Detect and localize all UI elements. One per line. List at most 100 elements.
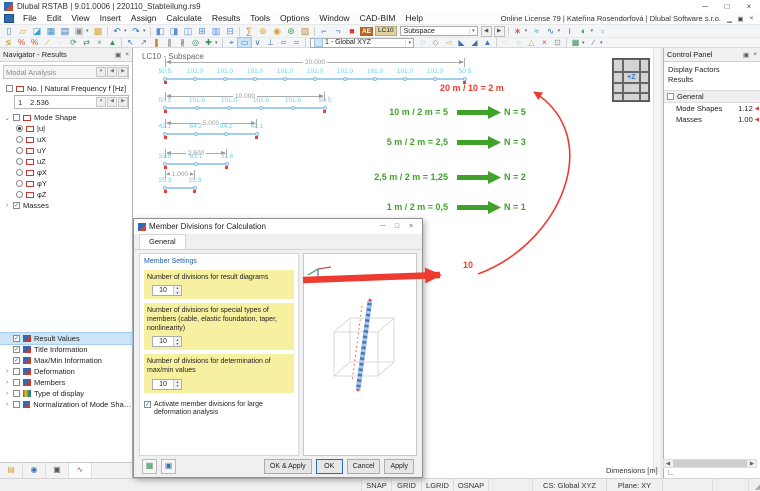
expand-icon[interactable]: ›	[4, 401, 10, 408]
mode-shape-header-row[interactable]: ⌄ Mode Shape	[0, 112, 132, 123]
display-factor-row[interactable]: Mode Shapes 1.12 ◀	[664, 103, 760, 114]
full-view-icon[interactable]: ⊟	[223, 26, 237, 37]
snap-perpendicular-icon[interactable]: ⊥	[264, 38, 277, 47]
grid-settings-icon[interactable]: ≃	[290, 38, 303, 47]
dialog-button-ok[interactable]: OK	[315, 458, 343, 474]
select-special-icon[interactable]: ∨	[251, 38, 264, 47]
view-navigator-icon[interactable]: +Z	[612, 58, 650, 102]
menu-edit[interactable]: Edit	[42, 13, 67, 24]
dialog-minimize-button[interactable]: ─	[376, 223, 390, 230]
horizontal-scrollbar[interactable]: ◀ ▶	[663, 459, 757, 468]
menu-assign[interactable]: Assign	[126, 13, 162, 24]
copy-icon[interactable]: ▩	[91, 26, 105, 37]
tab-views[interactable]: ▣	[46, 463, 69, 478]
mode-shape-checkbox[interactable]	[13, 114, 20, 121]
move-icon[interactable]: ↖	[124, 38, 137, 47]
calculate-icon[interactable]: ∑	[242, 26, 256, 37]
redo-icon[interactable]: ↷	[129, 26, 143, 37]
panels-icon[interactable]: ◫	[181, 26, 195, 37]
dialog-button-apply[interactable]: Apply	[384, 458, 414, 474]
dialog-close-button[interactable]: ×	[404, 223, 418, 230]
delete-small-icon[interactable]: ×	[93, 38, 106, 47]
result-values-toolbar-icon[interactable]: ≀	[563, 26, 577, 37]
show-results-icon[interactable]: ⊛	[284, 26, 298, 37]
graphics-icon[interactable]: ▨	[298, 26, 312, 37]
display-option-row[interactable]: Result Values	[0, 332, 133, 345]
check-model-icon[interactable]: ⊚	[256, 26, 270, 37]
large-deformation-checkbox[interactable]	[144, 400, 151, 408]
mode-shape-option[interactable]: uY	[0, 145, 132, 156]
camera-icon[interactable]: ⊡	[551, 38, 564, 47]
menu-view[interactable]: View	[66, 13, 94, 24]
expand-icon[interactable]: ›	[4, 368, 10, 375]
tab-general[interactable]: General	[139, 234, 186, 249]
division-spinner[interactable]: 10 ▲ ▼	[152, 378, 182, 390]
tab-results[interactable]: ∿	[69, 463, 92, 478]
imperfections-icon[interactable]: ¬	[331, 26, 345, 37]
option-checkbox[interactable]	[13, 368, 20, 375]
mirror-icon[interactable]: ⇄	[80, 38, 93, 47]
layout-icon[interactable]: ▥	[209, 26, 223, 37]
display-option-row[interactable]: › Normalization of Mode Shapes	[0, 399, 132, 410]
extrude-icon[interactable]: ❚	[150, 38, 163, 47]
visibility-icon[interactable]: ◐	[577, 26, 591, 37]
tables-icon[interactable]: ▦	[44, 26, 58, 37]
loads-icon[interactable]: ⌐	[317, 26, 331, 37]
menu-window[interactable]: Window	[314, 13, 354, 24]
view-x-icon[interactable]: ◣	[455, 38, 468, 47]
animation-icon[interactable]: ≈	[530, 26, 544, 37]
masses-row[interactable]: › Masses	[0, 200, 132, 211]
dialog-button-cancel[interactable]: Cancel	[346, 458, 381, 474]
spinner-up-icon[interactable]: ▲	[176, 380, 179, 384]
menu-help[interactable]: Help	[400, 13, 427, 24]
close-icon[interactable]: ×	[753, 51, 757, 59]
display-option-row[interactable]: Title Information	[0, 344, 132, 355]
chevron-down-icon[interactable]: ▾	[143, 28, 148, 34]
clipping-icon[interactable]: ▫	[596, 26, 610, 37]
split-view-icon[interactable]: ⊞	[195, 26, 209, 37]
percent-on-icon[interactable]: %	[28, 38, 41, 47]
close-button[interactable]: ×	[738, 0, 760, 13]
display-option-row[interactable]: › Deformation	[0, 366, 132, 377]
mode-shape-radio[interactable]	[16, 125, 23, 132]
zoom-icon[interactable]: ◌	[416, 38, 429, 47]
option-checkbox[interactable]	[13, 357, 20, 364]
dialog-button-ok-apply[interactable]: OK & Apply	[263, 458, 312, 474]
measure-icon[interactable]: ◎	[189, 38, 202, 47]
undo-icon[interactable]: ↶	[110, 26, 124, 37]
analysis-badge[interactable]: AE	[360, 26, 374, 36]
dialog-units-button[interactable]: ▦	[142, 458, 157, 474]
select-window-icon[interactable]: ▭	[237, 37, 252, 48]
chevron-down-icon[interactable]: ▾	[405, 39, 413, 46]
new-file-icon[interactable]: ▯	[2, 26, 16, 37]
support-icon[interactable]: ▲	[106, 38, 119, 47]
dimensions-icon[interactable]: ✚	[202, 38, 215, 47]
mode-shape-option[interactable]: φX	[0, 167, 132, 178]
mode-shape-radio[interactable]	[16, 191, 23, 198]
next-mode-icon[interactable]: ▶	[118, 97, 128, 107]
import-icon[interactable]: ◪	[30, 26, 44, 37]
close-icon[interactable]: ×	[125, 51, 129, 59]
mdi-restore-button[interactable]: ▣	[735, 15, 746, 23]
division-spinner[interactable]: 10 ▲ ▼	[152, 336, 182, 348]
results-color-icon[interactable]: ■	[345, 26, 359, 37]
minimize-button[interactable]: ─	[694, 0, 716, 13]
display-option-row[interactable]: Max/Min Information	[0, 355, 132, 366]
tab-data[interactable]: ▤	[0, 463, 23, 478]
new-node-icon[interactable]: ∙	[54, 38, 67, 47]
warning-icon[interactable]: △	[525, 38, 538, 47]
collapse-icon[interactable]: ⌄	[4, 114, 10, 122]
next-icon[interactable]: ▶	[118, 67, 128, 77]
copy-move-icon[interactable]: ↗	[137, 38, 150, 47]
load-case-chip[interactable]: LC10	[375, 26, 397, 36]
mode-shape-option[interactable]: φY	[0, 178, 132, 189]
mode-shape-radio[interactable]	[16, 158, 23, 165]
scroll-right-icon[interactable]: ▶	[748, 461, 756, 467]
display-properties-icon[interactable]: ▦	[569, 38, 582, 47]
collapse-box-icon[interactable]	[667, 93, 674, 101]
result-diagrams-icon[interactable]: ∿	[544, 26, 558, 37]
delete-results-icon[interactable]: ×	[538, 38, 551, 47]
spinner-down-icon[interactable]: ▼	[176, 342, 179, 346]
divide-member-icon[interactable]: ∥	[163, 38, 176, 47]
chevron-down-icon[interactable]: ▾	[600, 40, 605, 46]
